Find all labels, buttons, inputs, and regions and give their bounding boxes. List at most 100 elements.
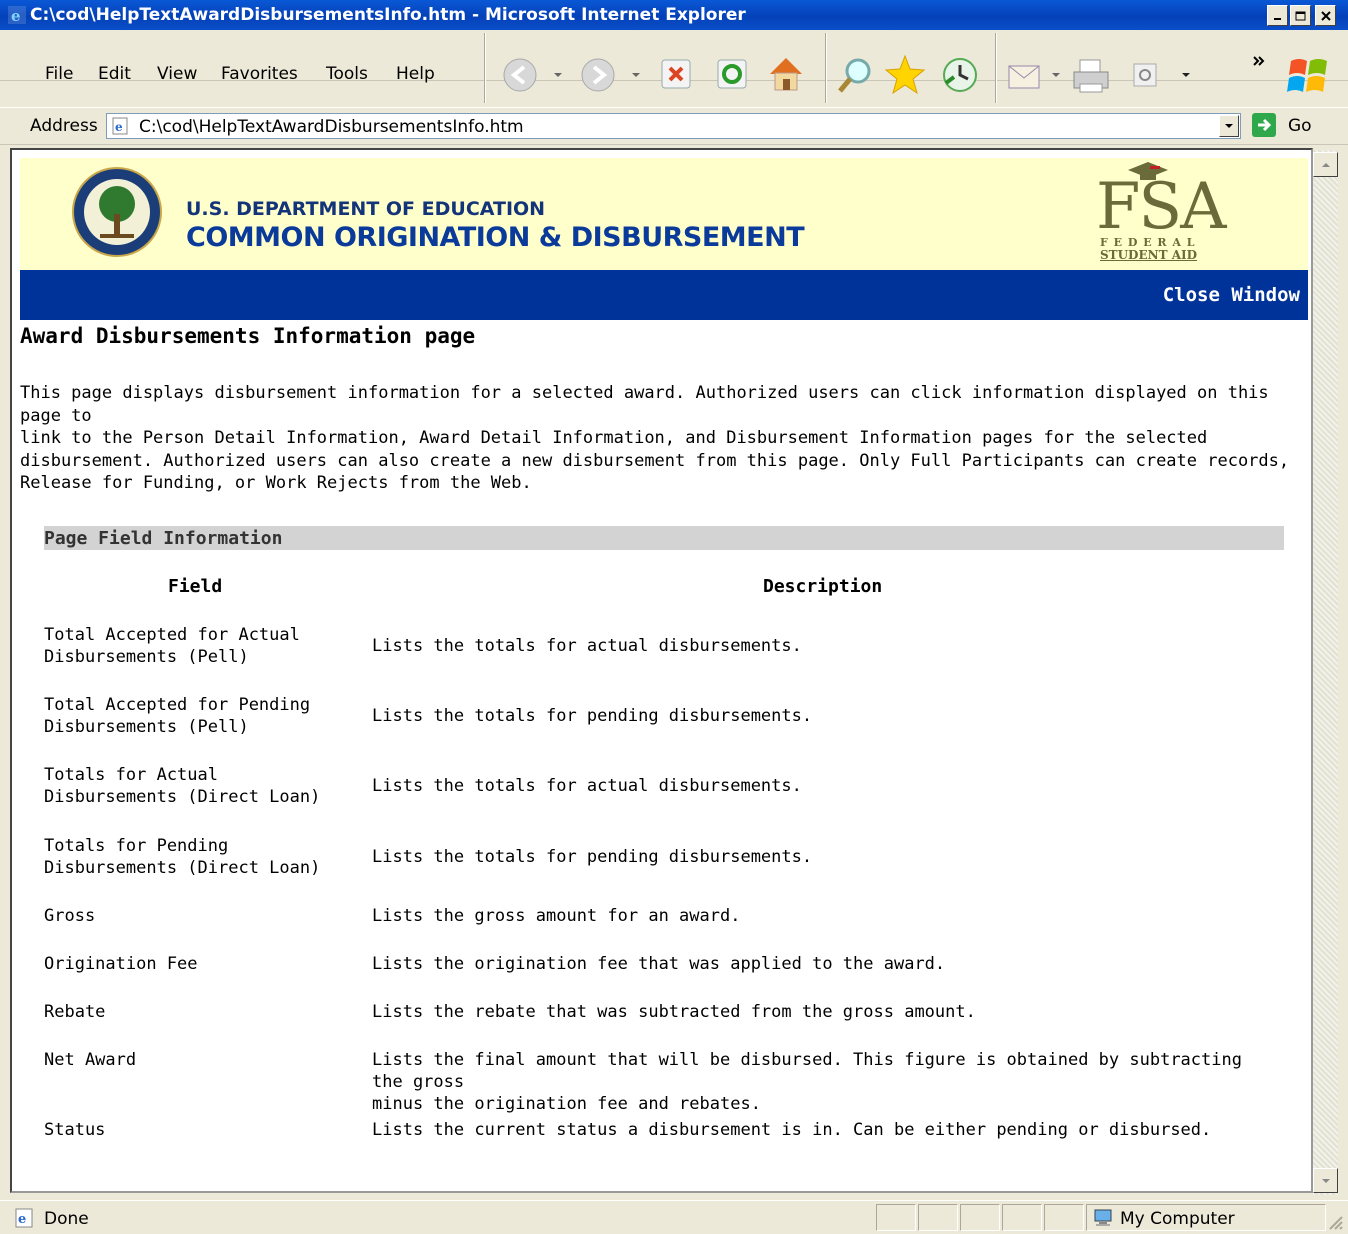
description-cell: Lists the current status a disbursement …	[372, 1120, 1212, 1140]
column-header-field: Field	[168, 576, 223, 597]
computer-icon	[1094, 1209, 1112, 1226]
minimize-icon	[1273, 17, 1281, 20]
edit-icon[interactable]	[1130, 60, 1160, 90]
department-name: U.S. DEPARTMENT OF EDUCATION	[186, 198, 546, 220]
ie-icon: e	[8, 6, 26, 24]
close-window-button[interactable]	[1315, 5, 1336, 26]
toolbar-divider	[825, 33, 827, 103]
field-cell: Total Accepted for Pending Disbursements …	[44, 695, 311, 737]
fsa-text: FSA	[1096, 170, 1226, 244]
title-bar: e C:\cod\HelpTextAwardDisbursementsInfo.…	[0, 0, 1348, 30]
status-cell	[876, 1204, 916, 1231]
history-icon[interactable]	[940, 55, 980, 95]
intro-paragraph: This page displays disbursement informat…	[20, 382, 1310, 495]
menu-tools[interactable]: Tools	[326, 64, 368, 84]
search-icon[interactable]	[836, 55, 876, 95]
vertical-scrollbar[interactable]	[1313, 150, 1338, 1195]
address-dropdown[interactable]	[1219, 115, 1239, 137]
department-seal-icon	[72, 167, 162, 257]
maximize-button[interactable]	[1290, 5, 1311, 26]
resize-grip-icon[interactable]	[1326, 1213, 1344, 1231]
go-label: Go	[1288, 116, 1312, 136]
windows-logo-icon	[1287, 59, 1327, 92]
description-cell: Lists the final amount that will be disb…	[372, 1050, 1242, 1114]
close-window-link[interactable]: Close Window	[1163, 284, 1300, 306]
section-title: Page Field Information	[44, 528, 283, 549]
intro-line: link to the Person Detail Information, A…	[20, 428, 1208, 448]
toolbar-overflow-icon[interactable]	[1252, 55, 1266, 67]
menu-view[interactable]: View	[157, 64, 197, 84]
scroll-down-button[interactable]	[1313, 1168, 1338, 1193]
print-icon[interactable]	[1070, 56, 1114, 96]
page-icon: e	[112, 117, 128, 135]
fsa-logo: FSA F E D E R A L STUDENT AID	[1090, 160, 1226, 265]
status-bar: e Done My Computer	[0, 1200, 1348, 1234]
status-cell	[1002, 1204, 1042, 1231]
window-title: C:\cod\HelpTextAwardDisbursementsInfo.ht…	[30, 5, 746, 25]
status-cell	[1044, 1204, 1084, 1231]
svg-text:e: e	[11, 7, 21, 24]
description-cell: Lists the totals for pending disbursemen…	[372, 706, 813, 726]
page-title: Award Disbursements Information page	[20, 324, 476, 348]
favorites-icon[interactable]	[884, 54, 926, 96]
field-cell: Rebate	[44, 1002, 106, 1022]
edit-dropdown-icon[interactable]	[1180, 70, 1192, 80]
menu-favorites[interactable]: Favorites	[221, 64, 298, 84]
chevron-down-icon	[1225, 124, 1233, 128]
description-cell: Lists the totals for actual disbursement…	[372, 776, 802, 796]
intro-line: This page displays disbursement informat…	[20, 383, 1269, 426]
field-cell: Origination Fee	[44, 954, 198, 974]
intro-line: Release for Funding, or Work Rejects fro…	[20, 473, 532, 493]
field-cell: Totals for Pending Disbursements (Direct …	[44, 836, 321, 878]
menu-help[interactable]: Help	[396, 64, 435, 84]
system-name: COMMON ORIGINATION & DISBURSEMENT	[186, 222, 805, 253]
nav-bar: Close Window	[20, 270, 1308, 320]
status-cell	[918, 1204, 958, 1231]
field-cell: Total Accepted for Actual Disbursements (…	[44, 625, 300, 667]
menu-edit[interactable]: Edit	[98, 64, 131, 84]
forward-icon[interactable]	[580, 57, 620, 93]
description-cell: Lists the totals for actual disbursement…	[372, 636, 802, 656]
section-header: Page Field Information	[44, 526, 1284, 550]
back-dropdown-icon[interactable]	[552, 70, 564, 80]
field-cell: Totals for Actual Disbursements (Direct L…	[44, 765, 321, 807]
forward-dropdown-icon[interactable]	[630, 70, 642, 80]
field-cell: Net Award	[44, 1050, 137, 1070]
fsa-student-aid: STUDENT AID	[1100, 248, 1198, 262]
address-input[interactable]: e C:\cod\HelpTextAwardDisbursementsInfo.…	[106, 113, 1241, 139]
address-bar: Address e C:\cod\HelpTextAwardDisburseme…	[0, 107, 1348, 145]
svg-text:e: e	[18, 1212, 26, 1227]
close-icon	[1320, 10, 1331, 21]
arrow-down-icon	[1321, 1178, 1330, 1183]
refresh-icon[interactable]	[716, 58, 748, 90]
scroll-up-button[interactable]	[1313, 152, 1338, 177]
address-url: C:\cod\HelpTextAwardDisbursementsInfo.ht…	[139, 117, 524, 137]
description-cell: Lists the gross amount for an award.	[372, 906, 741, 926]
mail-icon[interactable]	[1006, 56, 1046, 92]
back-icon[interactable]	[502, 57, 542, 93]
column-header-description: Description	[763, 576, 883, 597]
site-header: U.S. DEPARTMENT OF EDUCATION COMMON ORIG…	[20, 158, 1308, 270]
mail-dropdown-icon[interactable]	[1050, 70, 1062, 80]
menu-file[interactable]: File	[45, 64, 73, 84]
home-icon[interactable]	[766, 54, 806, 94]
arrow-up-icon	[1321, 162, 1330, 167]
status-text: Done	[44, 1209, 89, 1229]
description-cell: Lists the totals for pending disbursemen…	[372, 847, 813, 867]
toolbar-divider	[484, 33, 486, 103]
field-cell: Gross	[44, 906, 96, 926]
intro-line: disbursement. Authorized users can also …	[20, 450, 1290, 471]
status-cell	[960, 1204, 1000, 1231]
toolbar-divider	[995, 33, 997, 103]
description-cell: Lists the rebate that was subtracted fro…	[372, 1002, 976, 1022]
maximize-icon	[1295, 11, 1306, 20]
address-label: Address	[30, 116, 98, 136]
stop-icon[interactable]	[660, 58, 692, 90]
description-cell: Lists the origination fee that was appli…	[372, 954, 946, 974]
security-zone: My Computer	[1120, 1209, 1235, 1229]
page-viewport: U.S. DEPARTMENT OF EDUCATION COMMON ORIG…	[10, 148, 1313, 1193]
page-done-icon: e	[15, 1208, 33, 1228]
minimize-button[interactable]	[1267, 5, 1288, 26]
field-cell: Status	[44, 1120, 106, 1140]
svg-text:e: e	[115, 120, 123, 134]
